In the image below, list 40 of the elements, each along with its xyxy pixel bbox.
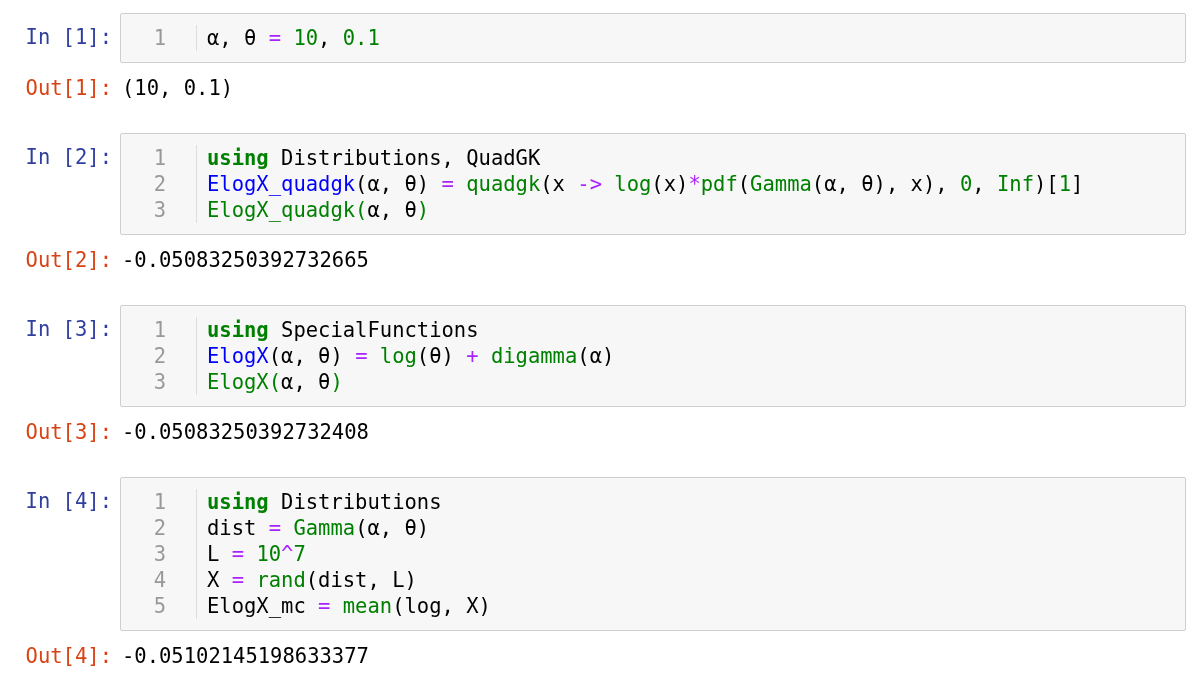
- line-number: 2: [153, 171, 166, 197]
- code-line: using Distributions, QuadGK: [207, 145, 541, 171]
- code-cell[interactable]: 1 2 3 using Distributions, QuadGK ElogX_quadgk(α, θ) = quadgk(x -> log(x)*pdf(Gamma(α, θ), x), 0, Inf)[1] ElogX_quadgk(α, θ): [120, 133, 1186, 235]
- output-text: -0.05102145198633377: [121, 642, 369, 670]
- line-number: 1: [153, 25, 166, 51]
- line-number: 1: [153, 489, 166, 515]
- code-line: ElogX_quadgk(α, θ): [207, 197, 430, 223]
- line-number: 3: [153, 369, 166, 395]
- code-line: ElogX(α, θ): [207, 369, 343, 395]
- line-number: 1: [153, 317, 166, 343]
- line-number: 3: [153, 541, 166, 567]
- code-line: L = 10^7: [207, 541, 306, 567]
- output-prompt: Out[3]:: [25, 418, 112, 446]
- input-prompt: In [2]:: [25, 144, 112, 170]
- code-cell[interactable]: 1 2 3 4 5 using Distributions dist = Gamma(α, θ) L = 10^7 X = rand(dist, L) ElogX_mc = mean(log, X): [120, 477, 1186, 631]
- code-line: ElogX(α, θ) = log(θ) + digamma(α): [207, 343, 615, 369]
- output-prompt: Out[1]:: [25, 74, 112, 102]
- code-line: ElogX_quadgk(α, θ) = quadgk(x -> log(x)*pdf(Gamma(α, θ), x), 0, Inf)[1]: [207, 171, 1084, 197]
- output-text: (10, 0.1): [121, 74, 234, 102]
- input-prompt: In [1]:: [25, 24, 112, 50]
- code-line: X = rand(dist, L): [207, 567, 417, 593]
- line-number: 1: [153, 145, 166, 171]
- input-prompt: In [4]:: [25, 488, 112, 514]
- output-text: -0.05083250392732665: [121, 246, 369, 274]
- line-number: 2: [153, 343, 166, 369]
- code-cell[interactable]: 1 2 3 using SpecialFunctions ElogX(α, θ) = log(θ) + digamma(α) ElogX(α, θ): [120, 305, 1186, 407]
- line-number: 4: [153, 567, 166, 593]
- code-line: ElogX_mc = mean(log, X): [207, 593, 491, 619]
- code-line: dist = Gamma(α, θ): [207, 515, 430, 541]
- line-number: 2: [153, 515, 166, 541]
- output-prompt: Out[2]:: [25, 246, 112, 274]
- code-line: α, θ = 10, 0.1: [207, 25, 380, 51]
- line-number: 3: [153, 197, 166, 223]
- code-line: using Distributions: [207, 489, 442, 515]
- output-text: -0.05083250392732408: [121, 418, 369, 446]
- output-prompt: Out[4]:: [25, 642, 112, 670]
- line-number: 5: [153, 593, 166, 619]
- input-prompt: In [3]:: [25, 316, 112, 342]
- code-line: using SpecialFunctions: [207, 317, 479, 343]
- code-cell[interactable]: 1 α, θ = 10, 0.1: [120, 13, 1186, 63]
